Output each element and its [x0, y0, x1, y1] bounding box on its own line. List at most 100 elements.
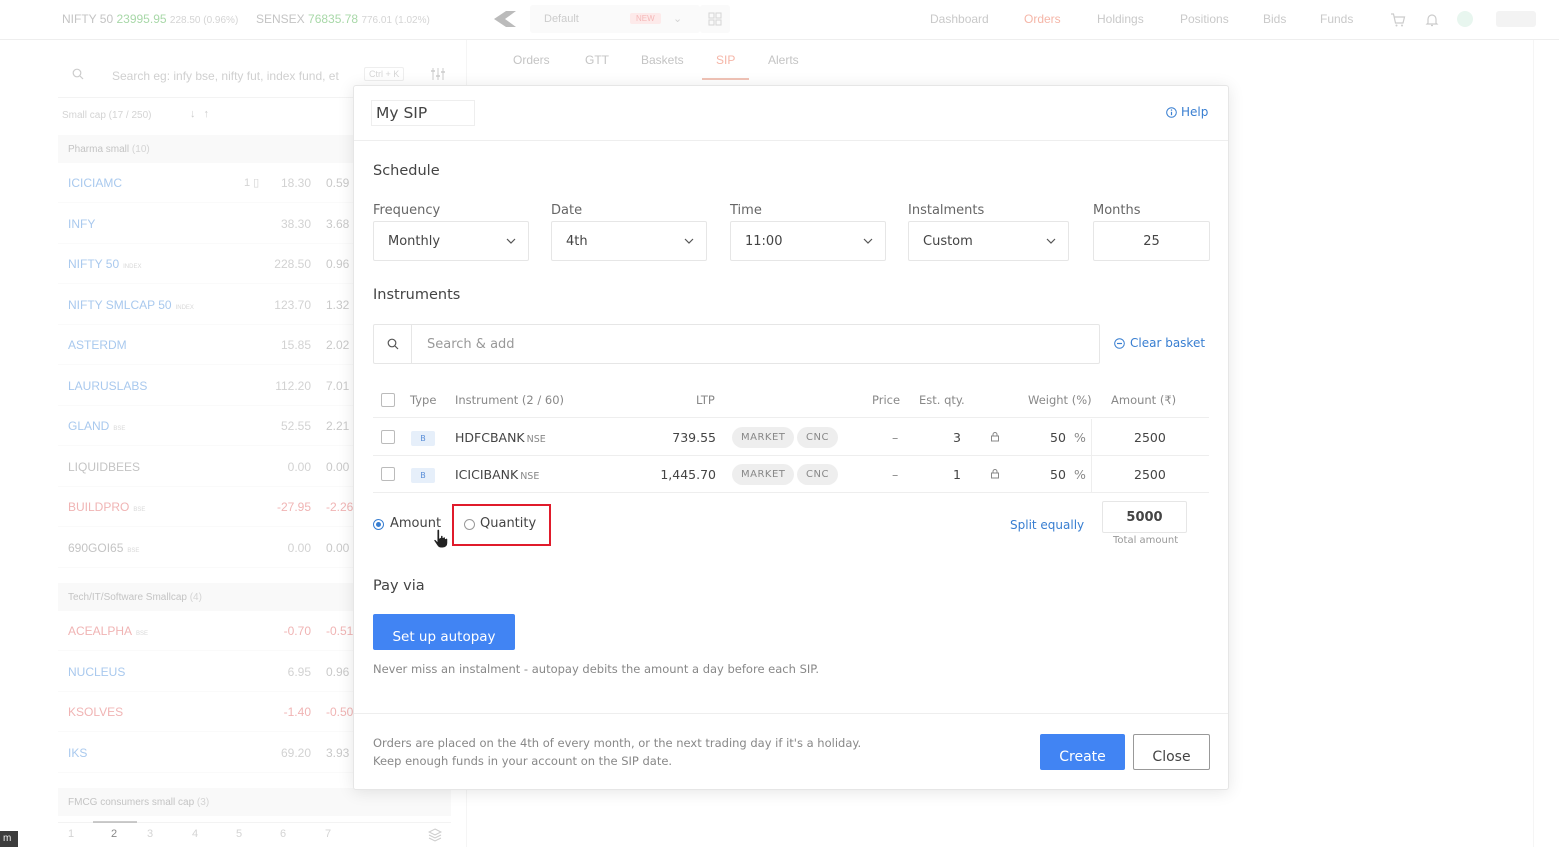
- time-select[interactable]: 11:00: [730, 221, 886, 261]
- page-5[interactable]: 5: [236, 828, 242, 840]
- page-2[interactable]: 2: [111, 828, 117, 840]
- col-ltp: LTP: [696, 393, 715, 407]
- nav-funds[interactable]: Funds: [1320, 12, 1353, 26]
- lock-icon[interactable]: [990, 468, 1000, 479]
- hand-cursor-icon: [433, 529, 449, 549]
- tab-baskets[interactable]: Baskets: [641, 53, 684, 67]
- watchlist-change: 0.00: [287, 459, 311, 474]
- col-amount: Amount (₹): [1111, 393, 1177, 407]
- instrument-row[interactable]: B ICICIBANK NSE 1,445.70 MARKET CNC – 1 50% 2500: [373, 456, 1209, 493]
- avatar[interactable]: [1457, 11, 1473, 27]
- cart-icon[interactable]: [1390, 12, 1406, 28]
- months-input[interactable]: 25: [1093, 221, 1210, 261]
- watchlist-change: 15.85: [280, 338, 311, 352]
- split-equally-link[interactable]: Split equally: [1010, 518, 1084, 532]
- top-bar: NIFTY 50 23995.95 228.50 (0.96%) SENSEX …: [0, 0, 1559, 40]
- page-1[interactable]: 1: [68, 828, 74, 840]
- instruments-table-header: Type Instrument (2 / 60) LTP Price Est. …: [373, 384, 1209, 418]
- instrument-search-input[interactable]: Search & add: [373, 324, 1100, 364]
- footer-note-2: Keep enough funds in your account on the…: [373, 754, 673, 768]
- product-pill[interactable]: CNC: [797, 427, 838, 448]
- page-4[interactable]: 4: [192, 828, 198, 840]
- grid-view-button[interactable]: [700, 5, 730, 33]
- watchlist-change: -1.40: [283, 705, 311, 719]
- nav-bids[interactable]: Bids: [1263, 12, 1286, 26]
- kite-logo-icon[interactable]: [494, 11, 516, 27]
- layers-icon[interactable]: [428, 828, 442, 842]
- exchange-tag: BSE: [113, 426, 126, 432]
- exchange-tag: BSE: [133, 507, 146, 513]
- watchlist-symbol: KSOLVES: [68, 705, 124, 719]
- order-type-pill[interactable]: MARKET: [732, 464, 795, 485]
- watchlist-symbol: GLAND BSE: [68, 419, 126, 433]
- lock-icon[interactable]: [990, 431, 1000, 442]
- select-all-checkbox[interactable]: [381, 393, 395, 407]
- list-header: Small cap (17 / 250): [62, 110, 152, 121]
- chevron-down-icon: [684, 238, 694, 244]
- index-nifty[interactable]: NIFTY 50 23995.95 228.50 (0.96%): [62, 12, 238, 26]
- total-amount-label: Total amount: [1113, 535, 1179, 546]
- footer-note-1: Orders are placed on the 4th of every mo…: [373, 736, 862, 750]
- exchange-tag: BSE: [136, 631, 149, 637]
- tab-sip[interactable]: SIP: [716, 53, 735, 67]
- schedule-title: Schedule: [373, 163, 440, 179]
- page-7[interactable]: 7: [325, 828, 331, 840]
- date-select[interactable]: 4th: [551, 221, 707, 261]
- watchlist-change: 0.00: [287, 540, 311, 555]
- help-link[interactable]: Help: [1166, 105, 1208, 119]
- page-6[interactable]: 6: [280, 828, 286, 840]
- nav-orders[interactable]: Orders: [1024, 12, 1061, 26]
- watchlist-symbol: ACEALPHA BSE: [68, 624, 149, 638]
- create-button[interactable]: Create: [1040, 734, 1125, 770]
- frequency-select[interactable]: Monthly: [373, 221, 529, 261]
- bell-icon[interactable]: [1424, 12, 1440, 28]
- user-id-pill[interactable]: [1496, 11, 1536, 27]
- sort-arrows-icon[interactable]: ↓↑: [190, 108, 217, 120]
- sip-name-input[interactable]: My SIP: [371, 100, 475, 126]
- exchange-tag: INDEX: [175, 304, 194, 311]
- total-amount-input[interactable]: 5000: [1102, 501, 1187, 533]
- amount-input[interactable]: 2500: [1134, 430, 1166, 445]
- holding-count: 1 ▯: [244, 177, 260, 189]
- instalments-select[interactable]: Custom: [908, 221, 1069, 261]
- group-header[interactable]: FMCG consumers small cap (3): [58, 788, 451, 816]
- nav-dashboard[interactable]: Dashboard: [930, 12, 989, 26]
- exchange-tag: NSE: [526, 434, 546, 445]
- marketwatch-select[interactable]: Default NEW ⌄: [530, 5, 700, 33]
- instrument-qty: 1: [953, 467, 961, 482]
- order-type-pill[interactable]: MARKET: [732, 427, 795, 448]
- buy-badge: B: [411, 468, 435, 483]
- clear-basket-link[interactable]: Clear basket: [1114, 336, 1205, 350]
- watchlist-symbol: ASTERDM: [68, 338, 127, 352]
- chevron-down-icon: [506, 238, 516, 244]
- product-pill[interactable]: CNC: [797, 464, 838, 485]
- watchlist-symbol: IKS: [68, 745, 88, 760]
- weight-input[interactable]: 50: [1050, 430, 1066, 445]
- watchlist-symbol: LAURUSLABS: [68, 378, 148, 393]
- tab-alerts[interactable]: Alerts: [768, 53, 799, 67]
- instrument-search-placeholder: Search & add: [427, 337, 515, 352]
- row-checkbox[interactable]: [381, 467, 395, 481]
- setup-autopay-button[interactable]: Set up autopay: [373, 614, 515, 650]
- tab-orders[interactable]: Orders: [513, 53, 550, 67]
- page-3[interactable]: 3: [147, 828, 153, 840]
- time-value: 11:00: [745, 234, 783, 249]
- instrument-row[interactable]: B HDFCBANK NSE 739.55 MARKET CNC – 3 50% 2500: [373, 419, 1209, 456]
- amount-radio[interactable]: [373, 519, 384, 530]
- row-checkbox[interactable]: [381, 430, 395, 444]
- nav-positions[interactable]: Positions: [1180, 12, 1229, 26]
- amount-input[interactable]: 2500: [1134, 467, 1166, 482]
- instrument-price: –: [892, 467, 899, 482]
- exchange-tag: INDEX: [123, 264, 142, 270]
- watchlist-percent: 0.96: [326, 664, 350, 679]
- weight-input[interactable]: 50: [1050, 467, 1066, 482]
- chevron-down-icon: [863, 238, 873, 244]
- close-button[interactable]: Close: [1133, 734, 1210, 770]
- watchlist-percent: 3.68: [326, 216, 350, 231]
- watchlist-symbol: BUILDPRO BSE: [68, 500, 146, 514]
- index-sensex[interactable]: SENSEX 76835.78 776.01 (1.02%): [256, 12, 430, 26]
- filter-icon[interactable]: [430, 66, 446, 82]
- months-label: Months: [1093, 203, 1141, 218]
- nav-holdings[interactable]: Holdings: [1097, 12, 1144, 26]
- tab-gtt[interactable]: GTT: [585, 53, 609, 67]
